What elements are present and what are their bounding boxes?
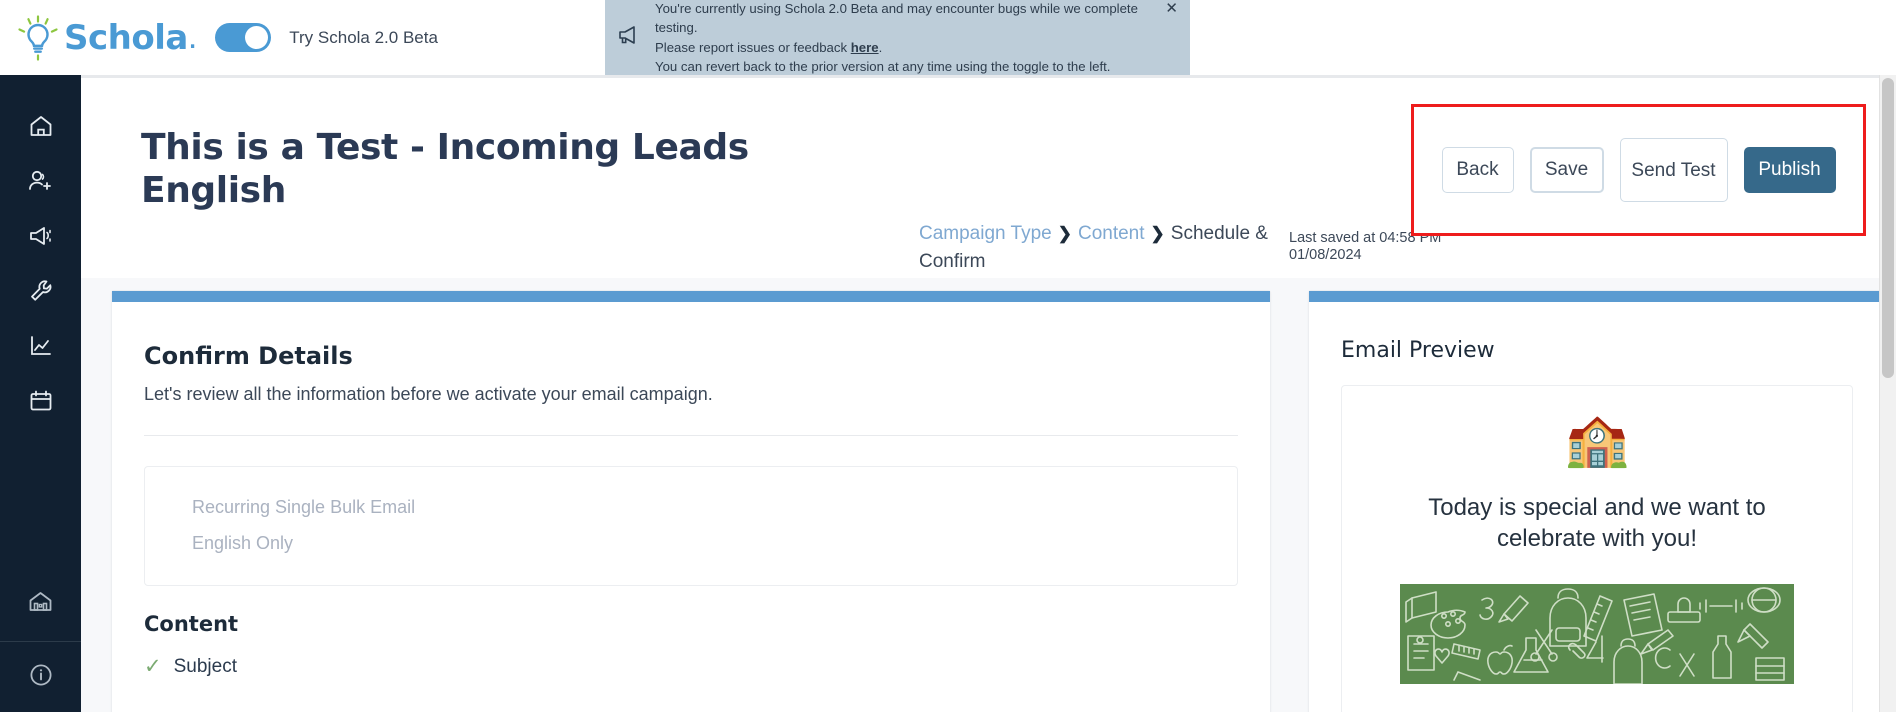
home-icon [28, 113, 54, 144]
school-building-emoji-icon: 🏫 [1564, 411, 1630, 469]
confirm-details-subheading: Let's review all the information before … [144, 384, 713, 404]
card-accent-stripe [1309, 291, 1885, 302]
notice-line2-post: . [878, 39, 883, 55]
sidebar-item-calendar[interactable] [0, 376, 81, 431]
action-buttons-group: Back Save Send Test Publish [1411, 104, 1866, 236]
notice-line2-pre: Please report issues or feedback [655, 39, 851, 55]
content-subject-label: Subject [173, 655, 237, 677]
email-preview-headline: Today is special and we want to celebrat… [1428, 494, 1766, 552]
back-button[interactable]: Back [1441, 147, 1514, 193]
summary-language: English Only [192, 533, 294, 553]
toggle-knob [245, 26, 269, 49]
confirm-details-card: Confirm Details Let's review all the inf… [111, 290, 1271, 712]
save-button[interactable]: Save [1529, 147, 1604, 193]
breadcrumb-item-campaign-type[interactable]: Campaign Type [919, 223, 1052, 244]
info-circle-icon [28, 662, 54, 693]
megaphone-icon [27, 223, 55, 254]
email-preview-heading: Email Preview [1341, 338, 1495, 363]
email-preview-banner-image [1400, 584, 1794, 684]
line-chart-icon [28, 333, 54, 364]
wrench-icon [28, 278, 54, 309]
content-subject-row: ✓ Subject [144, 654, 1270, 679]
sidebar-item-campaigns[interactable] [0, 211, 81, 266]
summary-campaign-type: Recurring Single Bulk Email [192, 497, 416, 517]
notice-line-1: You're currently using Schola 2.0 Beta a… [655, 0, 1138, 36]
sidebar-main-items [0, 75, 81, 431]
chevron-right-icon: ❯ [1057, 224, 1072, 243]
close-icon[interactable]: ✕ [1165, 0, 1178, 18]
sidebar-item-analytics[interactable] [0, 321, 81, 376]
notice-line-3: You can revert back to the prior version… [655, 58, 1111, 74]
sidebar-item-tools[interactable] [0, 266, 81, 321]
feedback-link[interactable]: here [851, 40, 879, 55]
brand-dot: . [187, 18, 198, 56]
sidebar-bottom-items [0, 567, 81, 712]
email-preview-card: Email Preview 🏫 Today is special and we … [1308, 290, 1886, 712]
beta-toggle[interactable] [215, 23, 272, 52]
page-title: This is a Test - Incoming Leads English [141, 127, 749, 211]
publish-button[interactable]: Publish [1743, 147, 1836, 193]
confirm-details-heading: Confirm Details [144, 342, 353, 370]
page-scrollbar-thumb[interactable] [1882, 78, 1894, 378]
chevron-right-icon: ❯ [1150, 224, 1165, 243]
add-person-icon [27, 168, 55, 199]
sidebar-item-leads[interactable] [0, 156, 81, 211]
notice-line-2: Please report issues or feedback here. [655, 38, 1182, 57]
calendar-icon [28, 388, 54, 419]
sidebar-item-school[interactable] [0, 567, 81, 641]
sidebar-item-home[interactable] [0, 101, 81, 156]
breadcrumb: Campaign Type ❯ Content ❯ Schedule & Confirm [919, 220, 1279, 276]
section-divider [144, 435, 1238, 436]
campaign-summary-box: Recurring Single Bulk Email English Only [144, 466, 1238, 586]
beta-notice-banner: You're currently using Schola 2.0 Beta a… [605, 0, 1190, 75]
brand-name: Schola [64, 17, 188, 58]
page-header: This is a Test - Incoming Leads English … [81, 75, 1896, 278]
card-accent-stripe [112, 291, 1270, 302]
check-icon: ✓ [144, 655, 162, 678]
main-content: Confirm Details Let's review all the inf… [81, 278, 1896, 712]
brand-logo[interactable]: Schola . [16, 14, 198, 61]
megaphone-icon [617, 24, 643, 51]
school-building-icon [27, 589, 54, 620]
left-sidebar [0, 75, 81, 712]
email-preview-frame: 🏫 Today is special and we want to celebr… [1341, 385, 1853, 712]
notice-text: You're currently using Schola 2.0 Beta a… [655, 0, 1182, 76]
lightbulb-icon [16, 14, 60, 61]
beta-toggle-label: Try Schola 2.0 Beta [289, 27, 438, 47]
breadcrumb-item-content[interactable]: Content [1078, 223, 1145, 244]
sidebar-item-info[interactable] [0, 642, 81, 712]
send-test-button[interactable]: Send Test [1619, 138, 1728, 202]
content-section-heading: Content [144, 612, 239, 636]
